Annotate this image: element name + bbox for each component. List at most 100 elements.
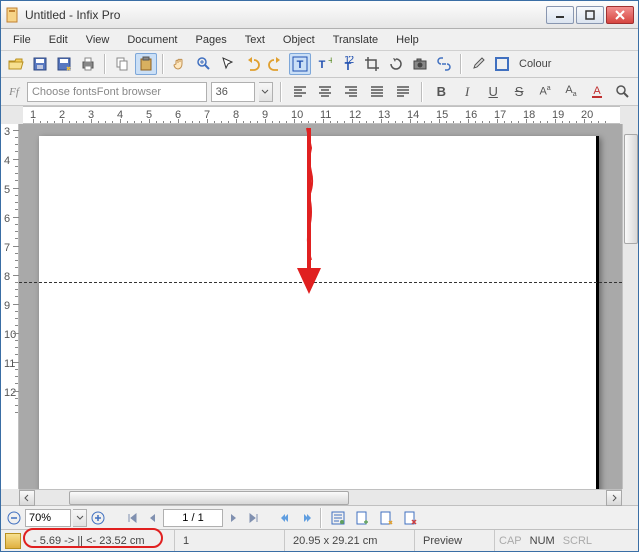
textcolor-button[interactable]: A [586,81,608,103]
page-edge [596,136,599,489]
font-size-dropdown[interactable] [259,82,273,102]
align-justify-last-button[interactable] [392,81,414,103]
vertical-scrollbar[interactable] [622,124,638,489]
hscroll-thumb[interactable] [69,491,349,505]
back-view-icon [280,512,292,524]
vertical-ruler[interactable]: 3456789101112 [1,124,19,489]
align-center-button[interactable] [314,81,336,103]
saveas-button[interactable] [53,53,75,75]
status-icon[interactable] [5,533,21,549]
forward-view-button[interactable] [297,509,315,527]
insert-page-button[interactable] [351,507,373,529]
horizontal-guide[interactable] [19,282,622,283]
page-field[interactable]: 1 / 1 [163,509,223,527]
font-size-combo[interactable]: 36 [211,82,255,102]
subscript-icon: Aa [565,84,576,98]
menubar: File Edit View Document Pages Text Objec… [1,29,638,51]
paste-button[interactable] [135,53,157,75]
first-page-icon [126,512,138,524]
zoom-in-button[interactable] [89,509,107,527]
subscript-button[interactable]: Aa [560,81,582,103]
zoom-combo[interactable]: 70% [25,509,71,527]
textnum-tool[interactable]: 12T [337,53,359,75]
hscroll-left-button[interactable] [19,490,35,506]
zoom-tool[interactable] [193,53,215,75]
last-page-button[interactable] [245,509,263,527]
strike-button[interactable]: S [508,81,530,103]
prev-page-icon [146,512,158,524]
textplus-icon: T+ [316,56,332,72]
menu-pages[interactable]: Pages [188,32,235,48]
menu-view[interactable]: View [78,32,118,48]
status-scrl: SCRL [559,530,596,551]
main-toolbar: T T+ 12T Colour [1,51,638,78]
save-button[interactable] [29,53,51,75]
align-justify-icon [369,84,385,100]
copy-button[interactable] [111,53,133,75]
zoom-out-button[interactable] [5,509,23,527]
redo-button[interactable] [265,53,287,75]
workspace: 3456789101112 [1,124,638,489]
page[interactable] [39,136,599,489]
search-button[interactable] [612,81,634,103]
camera-tool[interactable] [409,53,431,75]
delete-page-button[interactable] [399,507,421,529]
link-tool[interactable] [433,53,455,75]
crop-tool[interactable] [361,53,383,75]
align-justify-button[interactable] [366,81,388,103]
menu-object[interactable]: Object [275,32,323,48]
bold-button[interactable]: B [430,81,452,103]
rotate-tool[interactable] [385,53,407,75]
font-size-value: 36 [216,86,228,98]
superscript-button[interactable]: Aa [534,81,556,103]
horizontal-scrollbar[interactable] [19,489,622,505]
menu-help[interactable]: Help [388,32,427,48]
status-pointer: - 5.69 -> || <- 23.52 cm [25,530,175,551]
menu-translate[interactable]: Translate [325,32,386,48]
superscript-icon: Aa [539,85,550,98]
colour-swatch[interactable] [491,53,513,75]
page-value: 1 / 1 [182,512,203,524]
reflow-icon [330,510,346,526]
document-area[interactable] [19,124,622,489]
window-controls [546,6,634,24]
font-combo[interactable]: Choose fontsFont browser [27,82,207,102]
next-page-icon [228,512,240,524]
vscroll-thumb[interactable] [624,134,638,244]
undo-icon [244,56,260,72]
textcolor-icon: A [589,84,605,100]
textplus-tool[interactable]: T+ [313,53,335,75]
prev-page-button[interactable] [143,509,161,527]
menu-document[interactable]: Document [119,32,185,48]
menu-text[interactable]: Text [237,32,273,48]
first-page-button[interactable] [123,509,141,527]
svg-text:T: T [319,59,326,71]
italic-button[interactable]: I [456,81,478,103]
minimize-button[interactable] [546,6,574,24]
undo-button[interactable] [241,53,263,75]
reflow-button[interactable] [327,507,349,529]
pointer-tool[interactable] [217,53,239,75]
back-view-button[interactable] [277,509,295,527]
text-tool[interactable]: T [289,53,311,75]
underline-button[interactable]: U [482,81,504,103]
next-page-button[interactable] [225,509,243,527]
hand-tool[interactable] [169,53,191,75]
pointer-icon [220,56,236,72]
align-justify-last-icon [395,84,411,100]
extract-page-button[interactable] [375,507,397,529]
menu-file[interactable]: File [5,32,39,48]
eyedropper-tool[interactable] [467,53,489,75]
zoom-dropdown[interactable] [73,509,87,527]
close-button[interactable] [606,6,634,24]
align-left-icon [292,84,308,100]
menu-edit[interactable]: Edit [41,32,76,48]
open-button[interactable] [5,53,27,75]
print-button[interactable] [77,53,99,75]
hscroll-right-button[interactable] [606,490,622,506]
maximize-button[interactable] [576,6,604,24]
horizontal-ruler[interactable]: 1234567891011121314151617181920 [23,106,620,124]
svg-text:A: A [593,85,601,97]
align-right-button[interactable] [340,81,362,103]
align-left-button[interactable] [289,81,311,103]
